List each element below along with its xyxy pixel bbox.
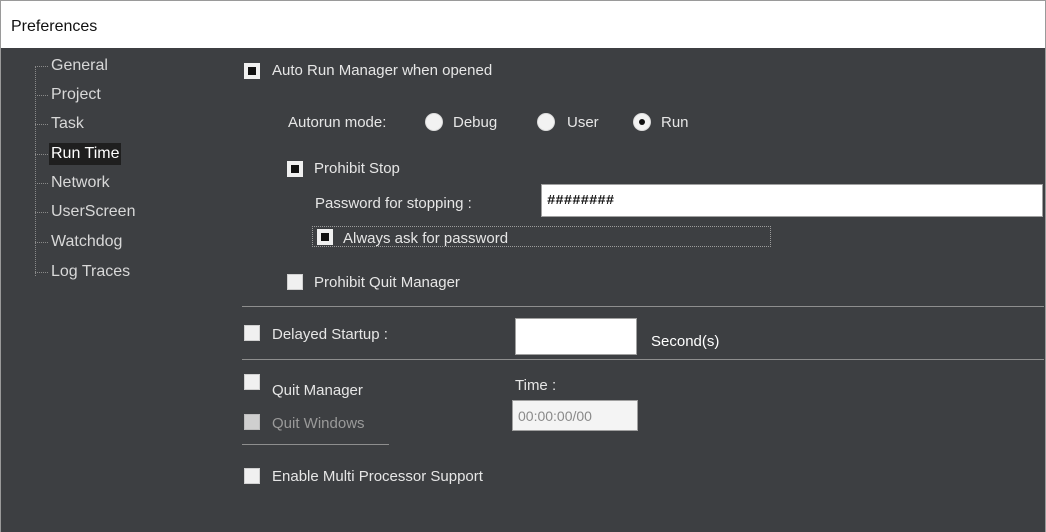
- always-ask-label: Always ask for password: [343, 230, 509, 247]
- title-bar: Preferences: [0, 0, 1046, 48]
- quit-manager-label: Quit Manager: [272, 382, 363, 399]
- run-radio-label: Run: [661, 114, 689, 131]
- tree-item-watchdog[interactable]: Watchdog: [35, 230, 124, 254]
- delay-seconds-input[interactable]: [515, 318, 637, 355]
- auto-run-label: Auto Run Manager when opened: [272, 62, 493, 79]
- separator: [242, 444, 389, 445]
- seconds-unit-label: Second(s): [651, 333, 720, 350]
- time-value: 00:00:00/00: [518, 407, 592, 424]
- tree-item-label: Task: [51, 115, 84, 132]
- prohibit-stop-label: Prohibit Stop: [314, 160, 400, 177]
- preferences-panel: General Project Task Run Time Network Us…: [0, 48, 1046, 532]
- prohibit-stop-checkbox[interactable]: [287, 161, 303, 177]
- run-radio[interactable]: [633, 113, 651, 131]
- multi-processor-label: Enable Multi Processor Support: [272, 468, 483, 485]
- delayed-startup-checkbox[interactable]: [244, 325, 260, 341]
- delayed-startup-label: Delayed Startup :: [272, 326, 388, 343]
- tree-item-label: UserScreen: [51, 203, 136, 220]
- auto-run-checkbox[interactable]: [244, 63, 260, 79]
- separator: [242, 359, 1044, 360]
- multi-processor-checkbox[interactable]: [244, 468, 260, 484]
- debug-radio[interactable]: [425, 113, 443, 131]
- time-label: Time :: [515, 377, 557, 394]
- tree-item-label: Network: [51, 174, 110, 191]
- password-label: Password for stopping :: [315, 195, 472, 212]
- password-input[interactable]: ########: [541, 184, 1043, 217]
- autorun-mode-label: Autorun mode:: [288, 114, 387, 131]
- tree-item-label: Run Time: [49, 143, 122, 165]
- separator: [242, 306, 1044, 307]
- user-radio-label: User: [567, 114, 599, 131]
- tree-item-task[interactable]: Task: [35, 112, 86, 136]
- tree-item-label: Project: [51, 86, 101, 103]
- tree-item-general[interactable]: General: [35, 54, 110, 78]
- prohibit-quit-label: Prohibit Quit Manager: [314, 274, 460, 291]
- debug-radio-label: Debug: [453, 114, 498, 131]
- quit-manager-checkbox[interactable]: [244, 374, 260, 390]
- category-tree: General Project Task Run Time Network Us…: [1, 48, 231, 532]
- tree-item-project[interactable]: Project: [35, 83, 103, 107]
- time-input[interactable]: 00:00:00/00: [512, 400, 638, 431]
- tree-item-userscreen[interactable]: UserScreen: [35, 200, 137, 224]
- user-radio[interactable]: [537, 113, 555, 131]
- window-title: Preferences: [11, 18, 98, 35]
- tree-item-network[interactable]: Network: [35, 171, 112, 195]
- quit-windows-checkbox: [244, 414, 260, 430]
- tree-item-run-time[interactable]: Run Time: [35, 142, 122, 166]
- tree-item-label: General: [51, 57, 108, 74]
- always-ask-checkbox[interactable]: [317, 229, 333, 245]
- password-value: ########: [547, 192, 615, 209]
- tree-item-log-traces[interactable]: Log Traces: [35, 260, 132, 284]
- tree-item-label: Watchdog: [51, 233, 123, 250]
- quit-windows-label: Quit Windows: [272, 415, 365, 432]
- prohibit-quit-checkbox[interactable]: [287, 274, 303, 290]
- tree-item-label: Log Traces: [51, 263, 131, 280]
